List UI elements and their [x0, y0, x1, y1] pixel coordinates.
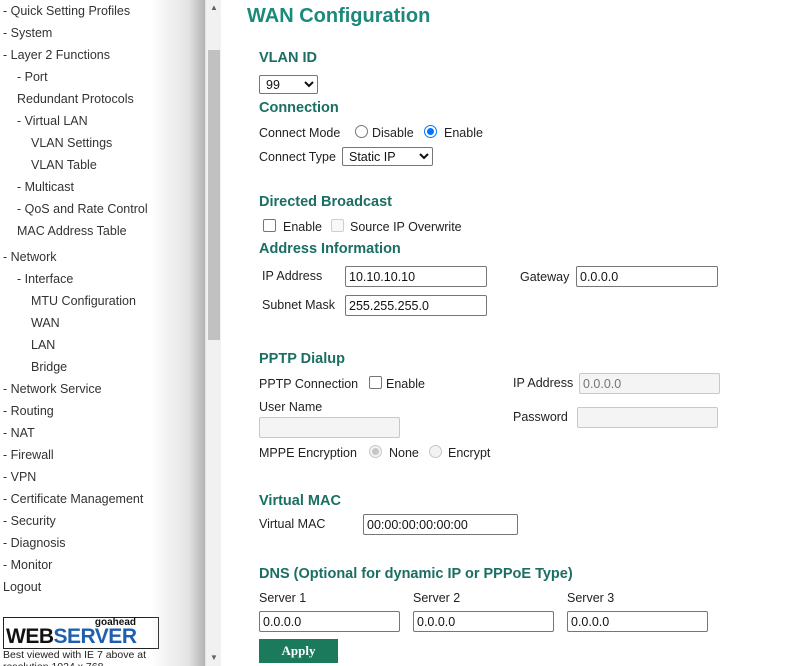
mppe-none-radio[interactable]	[369, 445, 382, 458]
mppe-encrypt-label: Encrypt	[448, 446, 491, 460]
address-information-title: Address Information	[259, 241, 401, 257]
connect-type-label: Connect Type	[259, 150, 336, 164]
directed-broadcast-enable-label: Enable	[283, 220, 322, 234]
nav-monitor[interactable]: - Monitor	[3, 557, 52, 573]
nav-qos-rate-control[interactable]: - QoS and Rate Control	[17, 201, 148, 217]
dns-server1-input[interactable]	[259, 611, 400, 632]
nav-diagnosis[interactable]: - Diagnosis	[3, 535, 66, 551]
nav-virtual-lan[interactable]: - Virtual LAN	[17, 113, 88, 129]
dns-server1-label: Server 1	[259, 591, 307, 605]
dns-server3-input[interactable]	[567, 611, 708, 632]
nav-vlan-settings[interactable]: VLAN Settings	[31, 135, 112, 151]
pptp-connection-label: PPTP Connection	[259, 377, 359, 391]
gateway-label: Gateway	[520, 270, 570, 284]
page-title: WAN Configuration	[247, 5, 431, 27]
connect-type-select[interactable]: Static IP	[342, 147, 433, 166]
logo-main-text: WEBSERVER	[6, 625, 137, 648]
nav-interface[interactable]: - Interface	[17, 271, 73, 287]
logo-web-text: WEB	[6, 625, 54, 648]
subnet-mask-label: Subnet Mask	[262, 298, 335, 312]
nav-vpn[interactable]: - VPN	[3, 469, 36, 485]
nav-nat[interactable]: - NAT	[3, 425, 35, 441]
nav-layer2-functions[interactable]: - Layer 2 Functions	[3, 47, 110, 63]
vlan-id-select[interactable]: 99	[259, 75, 318, 94]
password-label: Password	[513, 410, 568, 424]
virtual-mac-label: Virtual MAC	[259, 517, 326, 531]
nav-logout[interactable]: Logout	[3, 579, 41, 595]
connect-mode-disable-label: Disable	[372, 126, 414, 140]
gateway-input[interactable]	[576, 266, 718, 287]
nav-redundant-protocols[interactable]: Redundant Protocols	[17, 91, 134, 107]
nav-network[interactable]: - Network	[3, 249, 56, 265]
nav-security[interactable]: - Security	[3, 513, 56, 529]
nav-system[interactable]: - System	[3, 25, 52, 41]
scroll-thumb[interactable]	[208, 50, 220, 340]
nav-network-service[interactable]: - Network Service	[3, 381, 102, 397]
main-content: WAN Configuration VLAN ID 99 Connection …	[221, 0, 798, 666]
dns-server2-input[interactable]	[413, 611, 554, 632]
nav-vlan-table[interactable]: VLAN Table	[31, 157, 97, 173]
password-input[interactable]	[577, 407, 718, 428]
directed-broadcast-title: Directed Broadcast	[259, 194, 392, 210]
directed-broadcast-enable-checkbox[interactable]	[263, 219, 276, 232]
best-viewed-note: Best viewed with IE 7 above at resolutio…	[3, 649, 146, 666]
ip-address-input[interactable]	[345, 266, 487, 287]
subnet-mask-input[interactable]	[345, 295, 487, 316]
virtual-mac-input[interactable]	[363, 514, 518, 535]
scroll-up-arrow-icon[interactable]: ▲	[206, 0, 222, 16]
pptp-enable-checkbox[interactable]	[369, 376, 382, 389]
logo-server-text: SERVER	[53, 625, 137, 648]
pptp-dialup-title: PPTP Dialup	[259, 351, 345, 367]
user-name-input[interactable]	[259, 417, 400, 438]
nav-bridge[interactable]: Bridge	[31, 359, 67, 375]
nav-mtu-configuration[interactable]: MTU Configuration	[31, 293, 136, 309]
nav-multicast[interactable]: - Multicast	[17, 179, 74, 195]
dns-server2-label: Server 2	[413, 591, 461, 605]
virtual-mac-title: Virtual MAC	[259, 493, 341, 509]
dns-server3-label: Server 3	[567, 591, 615, 605]
apply-button[interactable]: Apply	[259, 639, 338, 663]
connect-mode-disable-radio[interactable]	[355, 125, 368, 138]
mppe-encrypt-radio[interactable]	[429, 445, 442, 458]
pptp-ip-address-input[interactable]	[579, 373, 720, 394]
connect-mode-enable-radio[interactable]	[424, 125, 437, 138]
scroll-down-arrow-icon[interactable]: ▼	[206, 650, 222, 666]
mppe-encryption-label: MPPE Encryption	[259, 446, 357, 460]
vlan-id-title: VLAN ID	[259, 50, 317, 66]
source-ip-overwrite-label: Source IP Overwrite	[350, 220, 462, 234]
connection-title: Connection	[259, 100, 339, 116]
ip-address-label: IP Address	[262, 269, 323, 283]
frame-scrollbar[interactable]: ▲ ▼	[205, 0, 221, 666]
nav-frame-shadow	[150, 0, 205, 666]
goahead-webserver-logo: goahead WEBSERVER	[3, 617, 159, 649]
nav-quick-setting-profiles[interactable]: - Quick Setting Profiles	[3, 3, 130, 19]
nav-firewall[interactable]: - Firewall	[3, 447, 54, 463]
connect-mode-label: Connect Mode	[259, 126, 341, 140]
connect-mode-enable-label: Enable	[444, 126, 483, 140]
nav-port[interactable]: - Port	[17, 69, 48, 85]
nav-mac-address-table[interactable]: MAC Address Table	[17, 223, 127, 239]
source-ip-overwrite-checkbox[interactable]	[331, 219, 344, 232]
nav-certificate-management[interactable]: - Certificate Management	[3, 491, 143, 507]
pptp-ip-address-label: IP Address	[513, 376, 574, 390]
nav-routing[interactable]: - Routing	[3, 403, 54, 419]
dns-title: DNS (Optional for dynamic IP or PPPoE Ty…	[259, 566, 573, 582]
user-name-label: User Name	[259, 400, 323, 414]
mppe-none-label: None	[389, 446, 419, 460]
sidebar-nav: - Quick Setting Profiles - System - Laye…	[0, 0, 205, 666]
nav-lan[interactable]: LAN	[31, 337, 55, 353]
nav-wan[interactable]: WAN	[31, 315, 60, 331]
pptp-enable-label: Enable	[386, 377, 425, 391]
